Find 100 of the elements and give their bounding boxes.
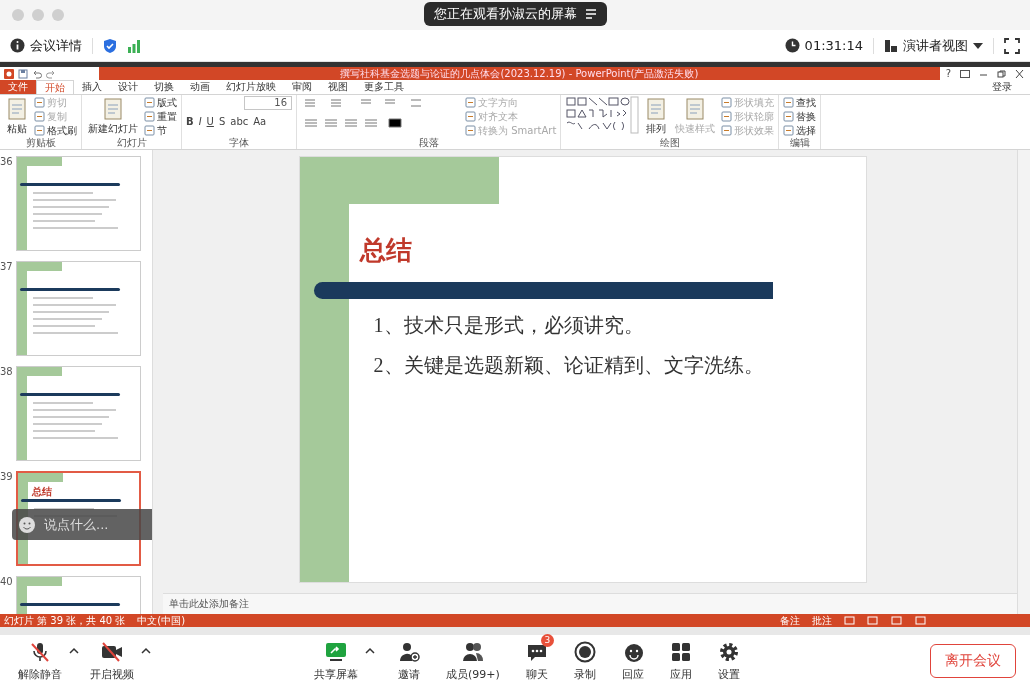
meeting-timer: 01:31:14 xyxy=(804,38,863,53)
scrollbar[interactable] xyxy=(1017,150,1030,614)
smiley-icon[interactable] xyxy=(18,515,36,534)
restore-ribbon-icon[interactable] xyxy=(960,69,970,78)
ribbon-button[interactable]: 格式刷 xyxy=(34,124,77,137)
clock-icon xyxy=(784,38,800,53)
square-icon xyxy=(34,111,45,122)
caret-icon[interactable] xyxy=(364,645,376,654)
format-button[interactable]: U xyxy=(206,116,214,127)
format-button[interactable]: S xyxy=(218,116,226,127)
group-label: 幻灯片 xyxy=(115,137,148,149)
toolbar-button[interactable]: 应用 xyxy=(665,637,696,685)
layout-icon xyxy=(884,38,898,53)
caret-icon[interactable] xyxy=(68,645,80,654)
view-mode-dropdown[interactable]: 演讲者视图 xyxy=(884,36,983,55)
toolbar-button[interactable]: 共享屏幕 xyxy=(310,637,362,685)
square-icon xyxy=(465,97,476,108)
square-icon xyxy=(465,125,476,136)
toolbar-button[interactable]: 开启视频 xyxy=(86,637,138,685)
caret-icon xyxy=(973,42,983,49)
fullscreen-icon[interactable] xyxy=(1004,37,1020,54)
comments-button[interactable]: 批注 xyxy=(812,613,832,627)
ribbon-button[interactable]: 粘贴 xyxy=(4,96,30,137)
help-button[interactable]: ? xyxy=(945,68,951,79)
menu-icon[interactable] xyxy=(585,9,597,19)
ribbon-tab[interactable]: 审阅 xyxy=(284,80,320,94)
square-icon xyxy=(783,97,795,108)
ribbon-button[interactable]: 重置 xyxy=(144,110,177,123)
language-status: 中文(中国) xyxy=(137,613,186,627)
ribbon-tab[interactable]: 视图 xyxy=(320,80,356,94)
ribbon-button[interactable]: 节 xyxy=(144,124,177,137)
square-icon xyxy=(721,125,733,136)
notes-button[interactable]: 备注 xyxy=(780,613,800,627)
info-icon xyxy=(10,38,25,53)
shield-icon[interactable] xyxy=(103,37,117,54)
redo-icon[interactable] xyxy=(46,68,56,79)
square-icon xyxy=(144,97,155,108)
ribbon-button[interactable]: 查找 xyxy=(783,96,817,109)
button-label: 剪切 xyxy=(47,95,67,110)
button-label: 查找 xyxy=(796,95,817,110)
toolbar-button[interactable]: 解除静音 xyxy=(14,637,66,685)
ribbon-tab[interactable]: 开始 xyxy=(36,80,74,94)
ribbon-tab[interactable]: 插入 xyxy=(74,80,110,94)
ribbon-button[interactable]: 版式 xyxy=(144,96,177,109)
button-label: 形状轮廓 xyxy=(734,109,775,124)
login-link[interactable]: 登录 xyxy=(992,80,1030,94)
ribbon-button[interactable]: 选择 xyxy=(783,124,817,137)
grid-icon xyxy=(669,640,692,663)
toolbar-button[interactable]: 回应 xyxy=(617,637,648,685)
meeting-info-button[interactable]: 会议详情 xyxy=(10,36,82,55)
square-icon xyxy=(34,97,45,108)
slide-number: 38 xyxy=(0,366,14,377)
slide-bullet: 1、技术只是形式，必须讲究。 xyxy=(373,313,645,338)
square-icon xyxy=(721,97,733,108)
ribbon-tab[interactable]: 文件 xyxy=(0,80,36,94)
slide-thumbnail[interactable] xyxy=(16,261,141,356)
slide-thumbnail[interactable] xyxy=(16,156,141,251)
slide-title: 总结 xyxy=(359,234,413,267)
button-label: 节 xyxy=(157,123,167,138)
ribbon-tab[interactable]: 切换 xyxy=(146,80,182,94)
close-icon[interactable] xyxy=(1015,69,1024,78)
group-label: 绘图 xyxy=(658,137,681,149)
button-label: 对齐文本 xyxy=(478,109,518,124)
format-button[interactable]: abc xyxy=(230,116,249,127)
square-icon xyxy=(783,111,795,122)
document-icon xyxy=(102,97,124,121)
caret-icon[interactable] xyxy=(140,645,152,654)
ribbon-button[interactable]: 排列 xyxy=(643,96,670,137)
ribbon-tab[interactable]: 幻灯片放映 xyxy=(218,80,284,94)
toolbar-button[interactable]: 设置 xyxy=(713,637,744,685)
ribbon-button[interactable]: 替换 xyxy=(783,110,817,123)
slide-number: 37 xyxy=(0,261,14,272)
leave-meeting-button[interactable]: 离开会议 xyxy=(930,644,1016,678)
button-label: 选择 xyxy=(796,123,817,138)
notes-field[interactable]: 单击此处添加备注 xyxy=(163,593,1017,614)
button-label: 格式刷 xyxy=(47,123,77,138)
scrollbar[interactable] xyxy=(152,150,163,614)
toolbar-button[interactable]: 邀请 xyxy=(394,637,424,685)
button-label: 形状填充 xyxy=(734,95,775,110)
ribbon-button[interactable]: 新建幻灯片 xyxy=(86,96,140,137)
banner-text: 您正在观看孙淑云的屏幕 xyxy=(434,5,577,23)
slide-number: 39 xyxy=(0,471,14,482)
format-button[interactable]: B xyxy=(186,116,194,127)
font-size-field[interactable]: 16 xyxy=(244,96,292,110)
record-icon xyxy=(573,640,596,663)
square-icon xyxy=(783,125,795,136)
format-button[interactable]: I xyxy=(198,116,202,127)
person-plus-icon xyxy=(398,640,420,663)
ribbon-tab[interactable]: 更多工具 xyxy=(356,80,412,94)
toolbar-button[interactable]: 成员(99+) xyxy=(442,637,504,685)
save-icon[interactable] xyxy=(18,68,28,79)
signal-icon[interactable] xyxy=(127,38,141,53)
ribbon-tab[interactable]: 动画 xyxy=(182,80,218,94)
restore-icon[interactable] xyxy=(997,69,1006,78)
slide-thumbnail[interactable] xyxy=(16,366,141,461)
undo-icon[interactable] xyxy=(32,68,42,79)
chat-input-field[interactable]: 说点什么... xyxy=(12,509,152,540)
format-button[interactable]: Aa xyxy=(253,116,267,127)
ribbon-tab[interactable]: 设计 xyxy=(110,80,146,94)
toolbar-button[interactable]: 录制 xyxy=(569,637,600,685)
